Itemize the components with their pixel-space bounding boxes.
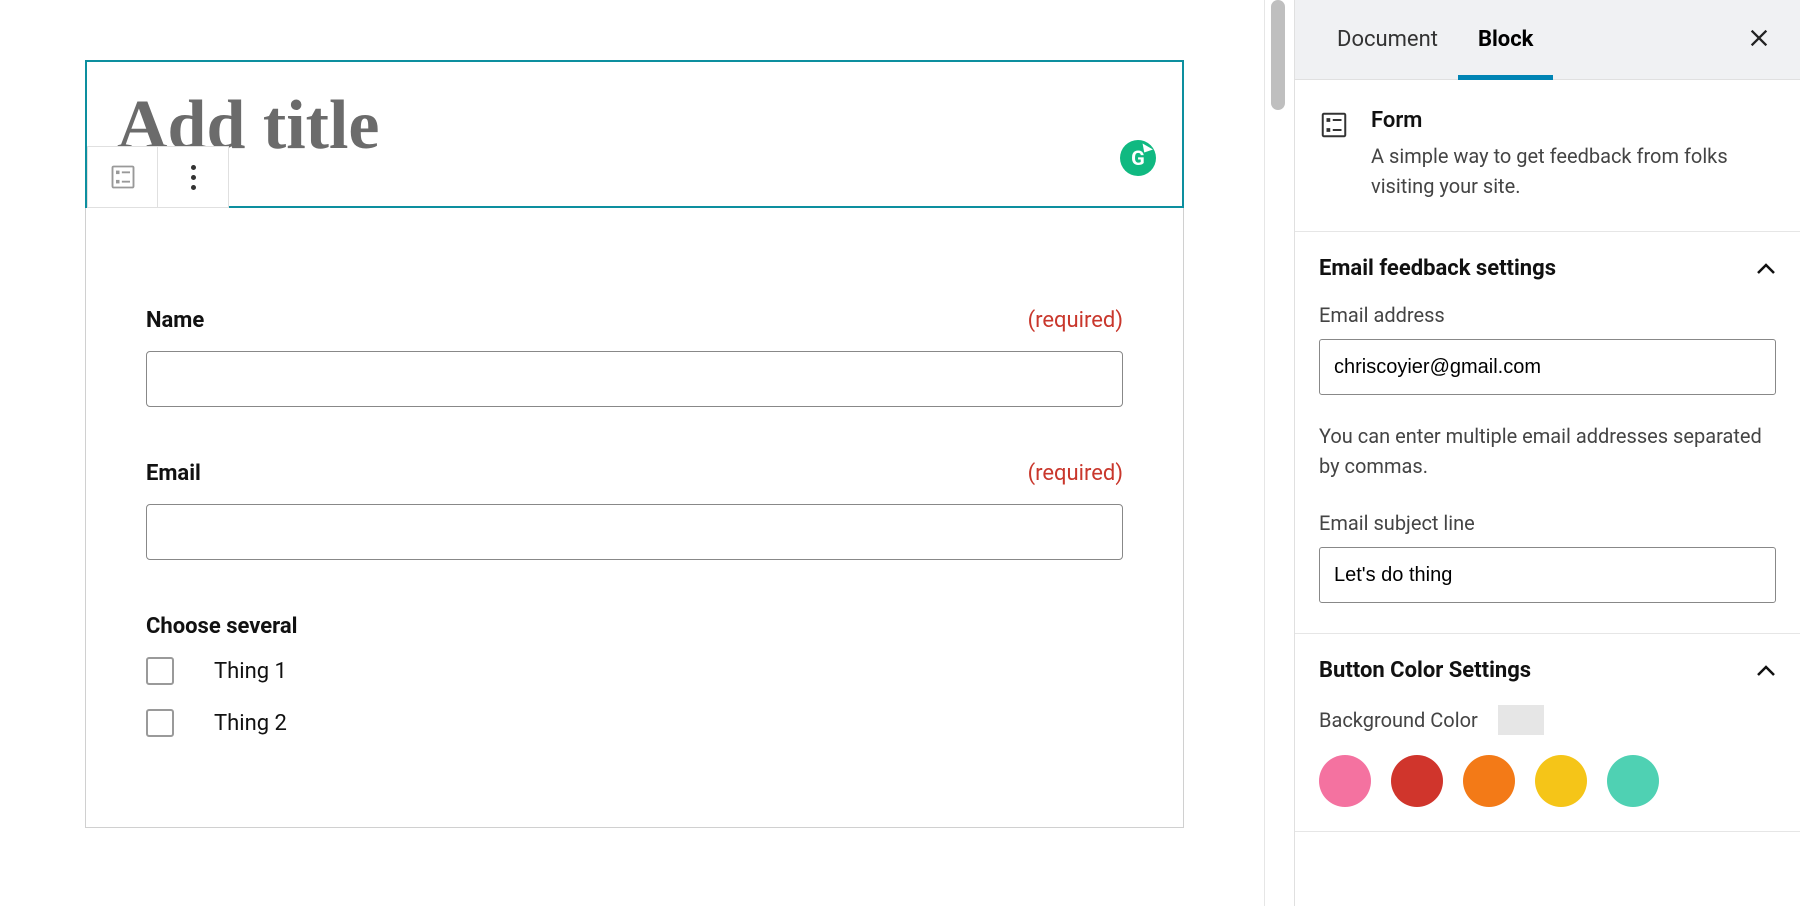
panel-email-feedback: Email feedback settings Email address Yo… bbox=[1295, 232, 1800, 634]
more-icon bbox=[191, 165, 196, 190]
chevron-up-icon bbox=[1756, 658, 1776, 683]
close-sidebar-button[interactable] bbox=[1740, 15, 1778, 64]
field-label: Choose several bbox=[146, 614, 297, 639]
grammarly-icon[interactable]: G bbox=[1120, 140, 1156, 176]
editor-pane: G Name (required) bbox=[0, 0, 1264, 906]
editor-scrollbar[interactable] bbox=[1264, 0, 1294, 906]
color-swatch[interactable] bbox=[1391, 755, 1443, 807]
email-input[interactable] bbox=[146, 504, 1123, 560]
title-input[interactable] bbox=[117, 86, 1152, 166]
color-swatch[interactable] bbox=[1607, 755, 1659, 807]
form-block[interactable]: Name (required) Email (required) Choose … bbox=[85, 208, 1184, 828]
field-label: Name bbox=[146, 308, 204, 333]
block-toolbar bbox=[87, 146, 229, 208]
block-desc-text: A simple way to get feedback from folks … bbox=[1371, 141, 1776, 201]
panel-toggle[interactable]: Button Color Settings bbox=[1319, 658, 1776, 683]
title-block[interactable]: G bbox=[85, 60, 1184, 208]
tab-block[interactable]: Block bbox=[1458, 0, 1554, 79]
email-help-text: You can enter multiple email addresses s… bbox=[1319, 421, 1776, 481]
panel-title: Button Color Settings bbox=[1319, 658, 1531, 683]
subject-input[interactable] bbox=[1319, 547, 1776, 603]
subject-label: Email subject line bbox=[1319, 511, 1776, 535]
block-description: Form A simple way to get feedback from f… bbox=[1295, 80, 1800, 232]
close-icon bbox=[1748, 27, 1770, 49]
checkbox-label: Thing 1 bbox=[214, 659, 287, 684]
settings-sidebar: Document Block Form A simple way to get … bbox=[1294, 0, 1800, 906]
sidebar-tabbar: Document Block bbox=[1295, 0, 1800, 80]
current-color-swatch[interactable] bbox=[1498, 705, 1544, 735]
block-type-button[interactable] bbox=[88, 147, 158, 207]
color-swatch[interactable] bbox=[1535, 755, 1587, 807]
required-badge: (required) bbox=[1028, 461, 1123, 486]
checkbox-option: Thing 1 bbox=[146, 657, 1123, 685]
form-field-name: Name (required) bbox=[146, 308, 1123, 407]
bg-color-label: Background Color bbox=[1319, 708, 1478, 732]
form-icon bbox=[1319, 110, 1349, 201]
block-more-button[interactable] bbox=[158, 147, 228, 207]
required-badge: (required) bbox=[1028, 308, 1123, 333]
tab-document[interactable]: Document bbox=[1317, 0, 1458, 79]
checkbox-label: Thing 2 bbox=[214, 711, 287, 736]
field-label: Email bbox=[146, 461, 201, 486]
name-input[interactable] bbox=[146, 351, 1123, 407]
panel-title: Email feedback settings bbox=[1319, 256, 1556, 281]
checkbox-option: Thing 2 bbox=[146, 709, 1123, 737]
form-field-email: Email (required) bbox=[146, 461, 1123, 560]
block-name: Form bbox=[1371, 108, 1776, 133]
panel-button-color: Button Color Settings Background Color bbox=[1295, 634, 1800, 832]
email-address-label: Email address bbox=[1319, 303, 1776, 327]
form-field-checkboxes: Choose several Thing 1 Thing 2 bbox=[146, 614, 1123, 737]
color-swatch-row bbox=[1319, 755, 1776, 807]
chevron-up-icon bbox=[1756, 256, 1776, 281]
color-swatch[interactable] bbox=[1463, 755, 1515, 807]
scrollbar-thumb[interactable] bbox=[1271, 0, 1285, 110]
panel-toggle[interactable]: Email feedback settings bbox=[1319, 256, 1776, 281]
color-swatch[interactable] bbox=[1319, 755, 1371, 807]
email-address-input[interactable] bbox=[1319, 339, 1776, 395]
checkbox-input[interactable] bbox=[146, 657, 174, 685]
checkbox-input[interactable] bbox=[146, 709, 174, 737]
